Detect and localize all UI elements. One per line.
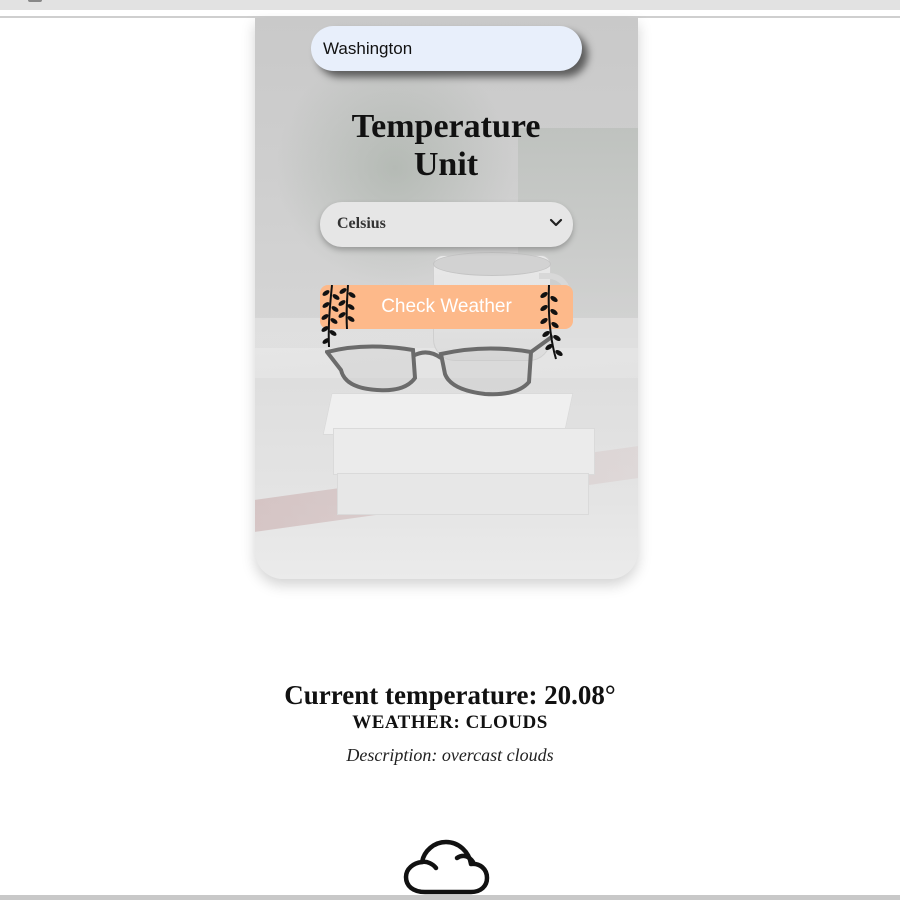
city-input[interactable] bbox=[311, 26, 582, 71]
top-strip bbox=[0, 0, 900, 10]
book-middle bbox=[333, 428, 595, 475]
unit-select-value: Celsius bbox=[337, 215, 386, 232]
vine-decoration-left-icon bbox=[321, 285, 356, 348]
unit-select[interactable]: Celsius bbox=[320, 202, 573, 247]
bottom-divider bbox=[0, 895, 900, 900]
current-temperature: Current temperature: 20.08° bbox=[284, 680, 616, 710]
vine-decoration-right-icon bbox=[540, 285, 563, 360]
heading-line-2: Unit bbox=[413, 146, 479, 183]
weather-condition: WEATHER: CLOUDS bbox=[352, 712, 548, 733]
book-bottom bbox=[337, 473, 589, 515]
top-strip-mark bbox=[28, 0, 42, 2]
cloud-icon bbox=[403, 839, 490, 895]
weather-description: Description: overcast clouds bbox=[346, 745, 554, 765]
chevron-down-icon bbox=[549, 218, 563, 227]
heading-line-1: Temperature bbox=[351, 108, 541, 145]
mug-rim bbox=[433, 252, 551, 276]
temperature-unit-heading: Temperature Unit bbox=[296, 108, 596, 184]
